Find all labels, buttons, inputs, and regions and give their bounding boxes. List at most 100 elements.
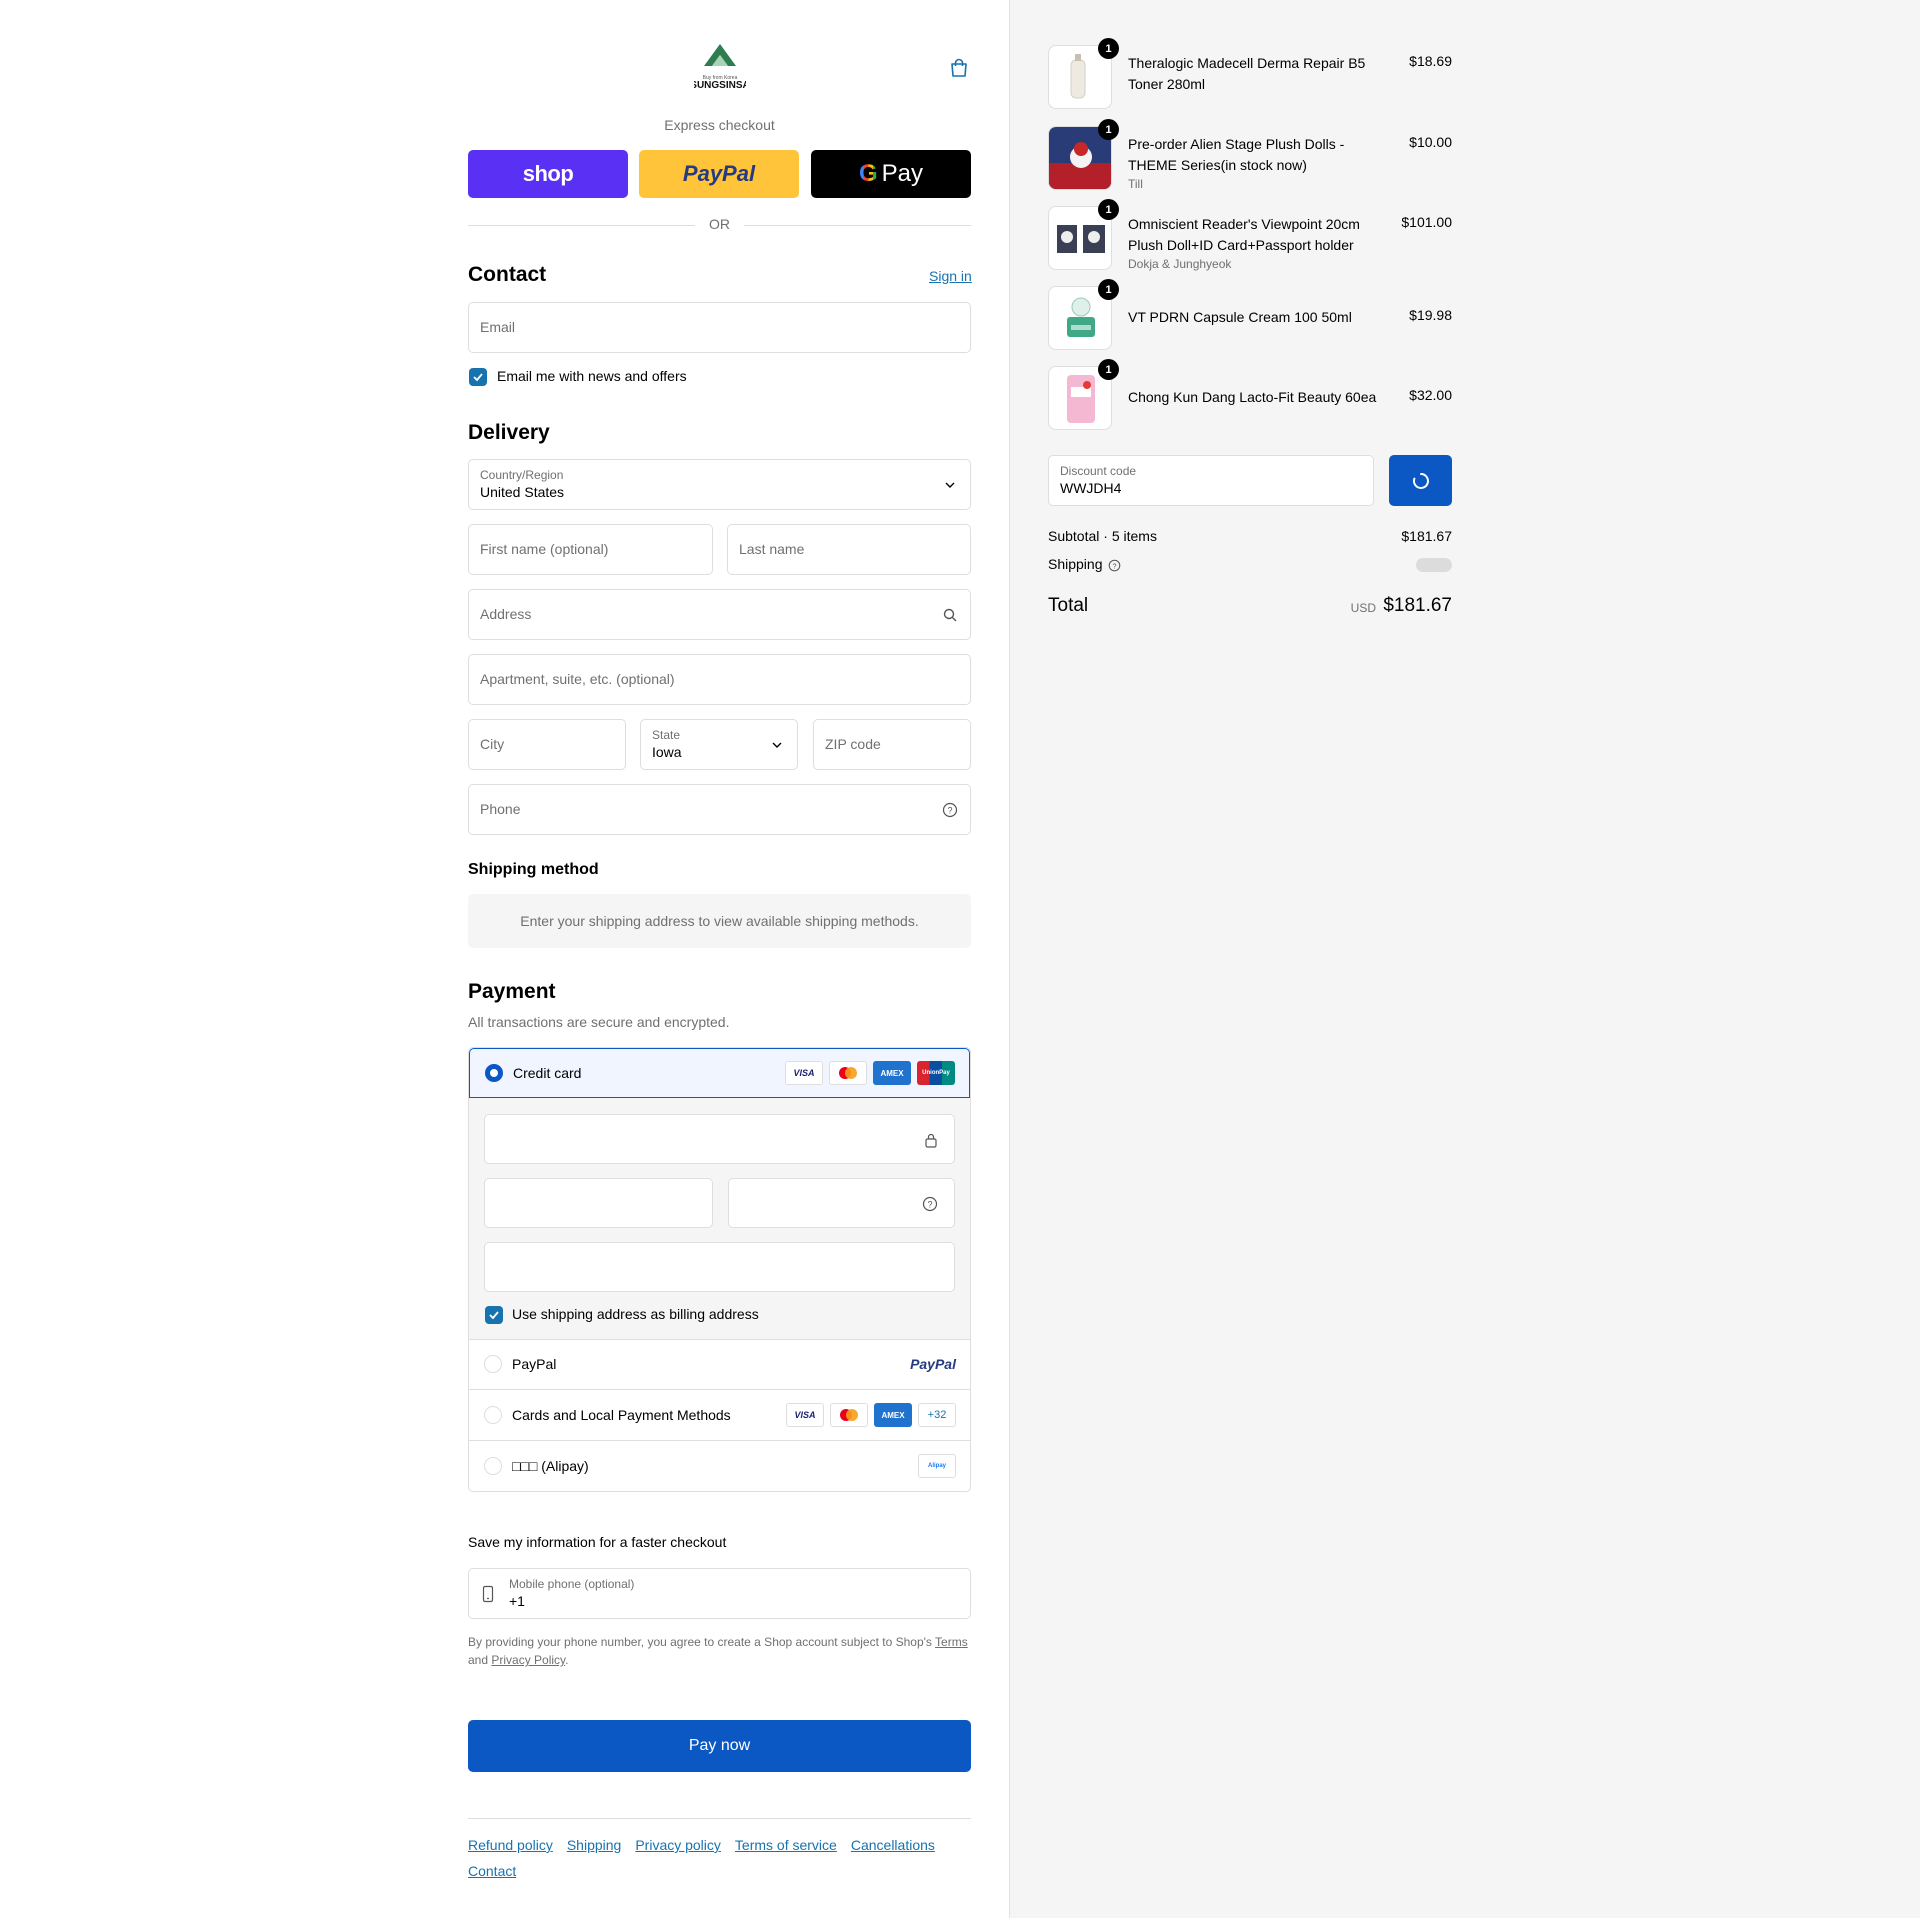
google-pay-label: Pay <box>881 160 924 187</box>
city-field[interactable]: City <box>468 719 626 770</box>
email-field[interactable]: Email <box>468 302 971 353</box>
refund-policy-link[interactable]: Refund policy <box>468 1837 553 1853</box>
express-checkout-title: Express checkout <box>664 117 775 133</box>
help-icon[interactable]: ? <box>1108 559 1121 572</box>
news-checkbox[interactable] <box>469 368 487 386</box>
paypal-option[interactable]: PayPal PayPal <box>469 1339 970 1389</box>
last-name-field[interactable]: Last name <box>727 524 971 575</box>
privacy-policy-link[interactable]: Privacy Policy <box>491 1653 565 1667</box>
card-number-field[interactable] <box>484 1114 955 1164</box>
save-info-heading: Save my information for a faster checkou… <box>468 1534 727 1550</box>
item-name: VT PDRN Capsule Cream 100 50ml <box>1128 309 1352 325</box>
visa-text: VISA <box>793 1068 815 1078</box>
item-name: Pre-order Alien Stage Plush Dolls - THEM… <box>1128 136 1345 173</box>
name-on-card-field[interactable] <box>484 1242 955 1292</box>
state-select[interactable]: State Iowa <box>640 719 798 770</box>
help-icon[interactable]: ? <box>942 802 958 818</box>
item-price: $101.00 <box>1401 214 1452 230</box>
news-label: Email me with news and offers <box>497 368 687 384</box>
city-placeholder: City <box>480 736 505 752</box>
alipay-option[interactable]: □□□ (Alipay) Alipay <box>469 1440 970 1491</box>
legal-and: and <box>468 1653 492 1667</box>
quantity-badge: 1 <box>1098 359 1119 380</box>
help-icon[interactable]: ? <box>922 1196 938 1212</box>
privacy-policy-footer-link[interactable]: Privacy policy <box>635 1837 721 1853</box>
paypal-radio[interactable] <box>484 1355 502 1373</box>
discount-code-field[interactable]: Discount code WWJDH4 <box>1048 455 1374 506</box>
cancellations-link[interactable]: Cancellations <box>851 1837 935 1853</box>
terms-of-service-link[interactable]: Terms of service <box>735 1837 837 1853</box>
or-label: OR <box>709 216 730 232</box>
apply-discount-button[interactable] <box>1389 455 1452 506</box>
item-variant: Dokja & Junghyeok <box>1128 257 1232 271</box>
shop-pay-button[interactable]: shop <box>468 150 628 198</box>
state-value: Iowa <box>652 744 682 760</box>
expiration-field[interactable] <box>484 1178 713 1228</box>
billing-label: Use shipping address as billing address <box>512 1306 759 1322</box>
credit-card-option[interactable]: Credit card VISA AMEX UnionPay <box>469 1048 970 1098</box>
paypal-express-label: PayPal <box>682 161 756 186</box>
billing-checkbox[interactable] <box>485 1306 503 1324</box>
chevron-down-icon <box>945 482 955 488</box>
order-item: 1 Theralogic Madecell Derma Repair B5 To… <box>1048 38 1452 109</box>
zip-field[interactable]: ZIP code <box>813 719 971 770</box>
quantity-badge: 1 <box>1098 279 1119 300</box>
footer-divider <box>468 1818 971 1819</box>
item-price: $19.98 <box>1409 307 1452 323</box>
alipay-logo-text: Alipay <box>927 1463 946 1469</box>
amex-icon: AMEX <box>874 1403 912 1427</box>
mobile-phone-icon <box>482 1585 494 1603</box>
legal-text: By providing your phone number, you agre… <box>468 1633 971 1669</box>
address-placeholder: Address <box>480 606 532 622</box>
delivery-heading: Delivery <box>468 421 550 444</box>
quantity-badge: 1 <box>1098 38 1119 59</box>
total-currency: USD <box>1350 601 1376 615</box>
phone-placeholder: Phone <box>480 801 521 817</box>
shop-pay-label: shop <box>522 161 574 186</box>
local-payment-radio[interactable] <box>484 1406 502 1424</box>
last-name-placeholder: Last name <box>739 541 805 557</box>
security-code-field[interactable]: ? <box>728 1178 955 1228</box>
discount-code-label: Discount code <box>1060 464 1137 478</box>
visa-icon: VISA <box>785 1061 823 1085</box>
country-select[interactable]: Country/Region United States <box>468 459 971 510</box>
first-name-field[interactable]: First name (optional) <box>468 524 713 575</box>
total-label: Total <box>1048 595 1089 616</box>
shopping-bag-icon[interactable] <box>948 57 970 79</box>
order-item: 1 Pre-order Alien Stage Plush Dolls - TH… <box>1048 119 1452 191</box>
apartment-field[interactable]: Apartment, suite, etc. (optional) <box>468 654 971 705</box>
country-value: United States <box>480 484 565 500</box>
zip-placeholder: ZIP code <box>825 736 881 752</box>
checkmark-icon <box>473 373 483 382</box>
pay-now-button[interactable]: Pay now <box>468 1720 971 1772</box>
phone-field[interactable]: Phone ? <box>468 784 971 835</box>
unionpay-icon: UnionPay <box>917 1061 955 1085</box>
address-field[interactable]: Address <box>468 589 971 640</box>
amex-text: AMEX <box>880 1068 904 1078</box>
quantity-badge: 1 <box>1098 119 1119 140</box>
legal-prefix: By providing your phone number, you agre… <box>468 1635 936 1649</box>
mobile-phone-label: Mobile phone (optional) <box>509 1577 635 1591</box>
terms-link[interactable]: Terms <box>935 1635 968 1649</box>
credit-card-radio[interactable] <box>485 1064 503 1082</box>
store-logo[interactable]: Buy from Korea SUNGSINSA <box>690 42 750 92</box>
subtotal-label: Subtotal · 5 items <box>1048 528 1157 544</box>
legal-end: . <box>565 1653 569 1667</box>
mobile-phone-field[interactable]: Mobile phone (optional) +1 <box>468 1568 971 1619</box>
google-pay-button[interactable]: G Pay <box>811 150 971 198</box>
shipping-link[interactable]: Shipping <box>567 1837 622 1853</box>
payment-subtitle: All transactions are secure and encrypte… <box>468 1014 730 1030</box>
shipping-loading-placeholder <box>1416 558 1452 572</box>
alipay-label: □□□ (Alipay) <box>512 1458 589 1474</box>
contact-link[interactable]: Contact <box>468 1863 516 1879</box>
local-payment-option[interactable]: Cards and Local Payment Methods VISA AME… <box>469 1389 970 1440</box>
checkmark-icon <box>489 1311 499 1320</box>
visa-icon: VISA <box>786 1403 824 1427</box>
sign-in-link[interactable]: Sign in <box>929 268 972 284</box>
quantity-badge: 1 <box>1098 199 1119 220</box>
svg-text:?: ? <box>947 806 952 816</box>
paypal-express-button[interactable]: PayPal <box>639 150 799 198</box>
subtotal-row: Subtotal · 5 items $181.67 <box>1048 528 1452 544</box>
item-variant: Till <box>1128 177 1143 191</box>
alipay-radio[interactable] <box>484 1457 502 1475</box>
